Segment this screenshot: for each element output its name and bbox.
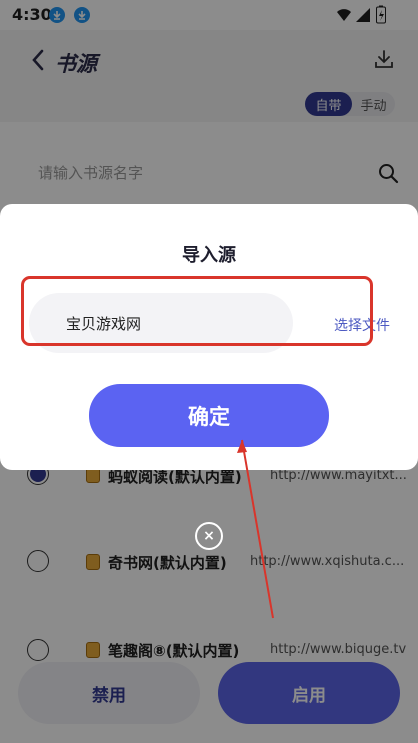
close-dialog-button[interactable]: × xyxy=(195,522,223,550)
close-icon: × xyxy=(203,528,215,544)
annotation-arrow xyxy=(237,439,274,619)
